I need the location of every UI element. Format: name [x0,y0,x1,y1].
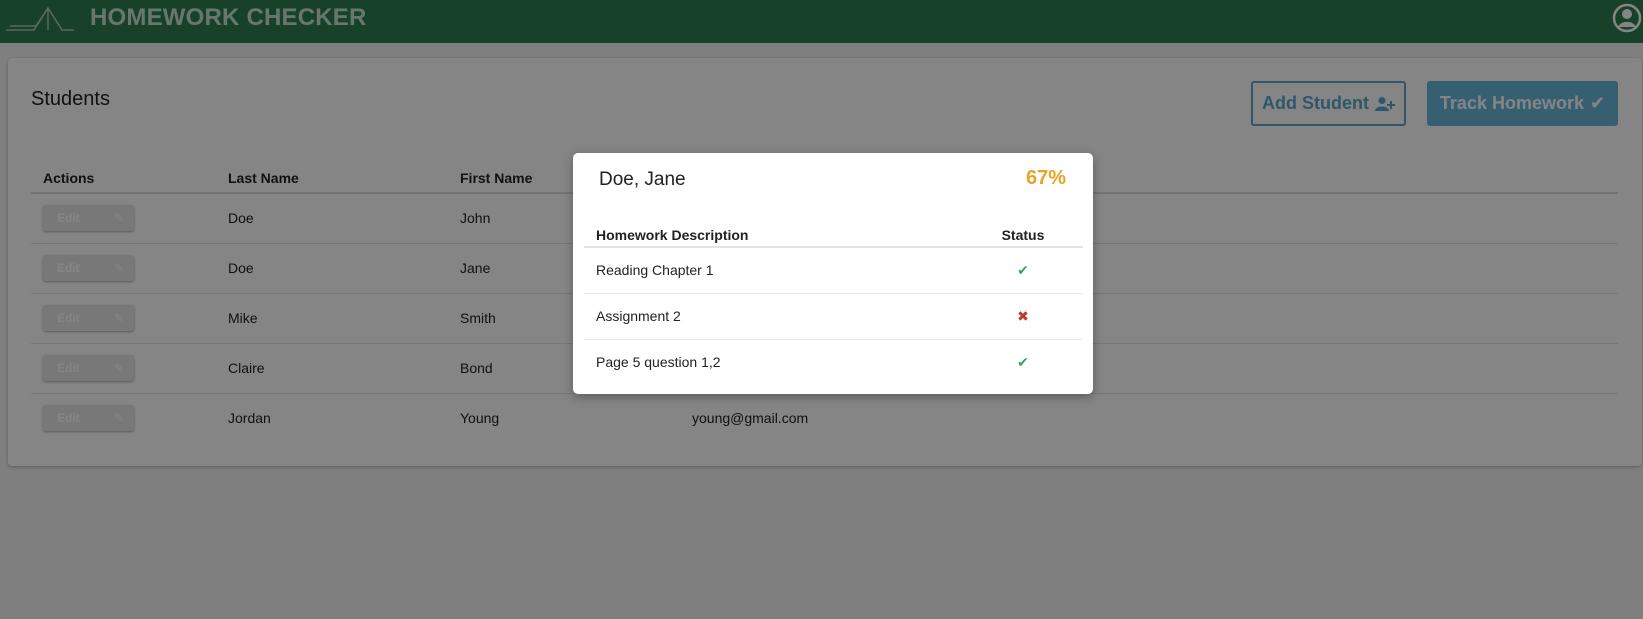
homework-description: Reading Chapter 1 [584,247,963,294]
homework-row: Assignment 2 ✖ [584,293,1083,340]
homework-table: Homework Description Status Reading Chap… [584,223,1083,385]
homework-description: Page 5 question 1,2 [596,354,721,371]
homework-row: Page 5 question 1,2 ✔ [584,339,1083,385]
column-header-status: Status [963,223,1083,248]
completion-percentage: 67% [1025,167,1066,189]
homework-modal: Doe, Jane 67% Homework Description Statu… [573,153,1093,394]
column-header-description: Homework Description [584,223,963,248]
check-icon: ✔ [1017,353,1029,370]
homework-header-row: Homework Description Status [584,223,1083,248]
homework-row: Reading Chapter 1 ✔ [584,247,1083,294]
cross-icon: ✖ [1017,307,1029,324]
modal-student-name: Doe, Jane [599,169,686,190]
check-icon: ✔ [1017,261,1029,278]
homework-description: Assignment 2 [584,293,963,340]
